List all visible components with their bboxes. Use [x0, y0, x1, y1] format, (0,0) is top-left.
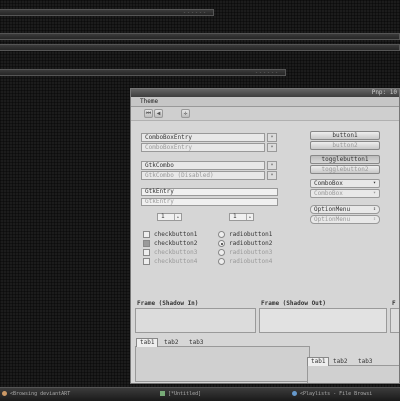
optionmenu-2-text: OptionMenu: [314, 216, 351, 223]
tab-left-1[interactable]: tab1: [136, 338, 159, 347]
gtkentry-2: GtkEntry: [141, 198, 278, 206]
spin-arrows-icon[interactable]: ▴: [246, 214, 253, 220]
radio-4[interactable]: [218, 258, 225, 265]
frame-shadow-out: Frame (Shadow Out): [259, 299, 387, 333]
checkbox-2[interactable]: [143, 240, 150, 247]
frame-shadow-out-box: [259, 308, 387, 333]
radio-3-label: radiobutton3: [229, 249, 273, 256]
chevron-down-icon[interactable]: ▾: [267, 143, 277, 152]
background-window-1[interactable]: ------: [0, 9, 214, 16]
tab-left-2[interactable]: tab2: [161, 338, 181, 347]
optionmenu-1[interactable]: OptionMenu ⇕: [310, 205, 380, 214]
spinbutton-2-value: 1: [233, 213, 237, 220]
radio-2[interactable]: [218, 240, 225, 247]
window-titlebar[interactable]: Pnp: 10: [131, 89, 399, 97]
spinbutton-1[interactable]: 1 ▴: [157, 213, 182, 221]
background-window-3[interactable]: [0, 44, 400, 51]
checkbox-3-label: checkbutton3: [154, 249, 198, 256]
comboboxentry-2[interactable]: ComboBoxEntry ▾: [141, 143, 277, 152]
checkbox-1[interactable]: [143, 231, 150, 238]
frame-third-box: [390, 308, 399, 333]
gtkcombo-1[interactable]: GtkCombo ▾: [141, 161, 277, 170]
gtkcombo-1-text: GtkCombo: [145, 162, 174, 169]
tab-right-3[interactable]: tab3: [355, 357, 375, 366]
radio-1-label: radiobutton1: [229, 231, 273, 238]
chevron-down-icon[interactable]: ▾: [267, 133, 277, 142]
taskbar: <Browsing deviantART [*Untitled] <Playli…: [0, 387, 400, 401]
checkbox-4[interactable]: [143, 258, 150, 265]
optionmenu-2: OptionMenu ⇕: [310, 215, 380, 224]
grid-icon[interactable]: ✛: [181, 109, 190, 118]
notebook-left: [135, 346, 310, 382]
chevron-down-icon: ▾: [372, 190, 376, 196]
frame-shadow-out-label: Frame (Shadow Out): [261, 300, 327, 307]
gtkcombo-2: GtkCombo (Disabled) ▾: [141, 171, 277, 180]
taskbar-item-editor[interactable]: [*Untitled]: [160, 390, 201, 399]
combobox-1[interactable]: ComboBox ▾: [310, 179, 380, 188]
checkbox-1-label: checkbutton1: [154, 231, 198, 238]
taskbar-item-label: <Browsing deviantART: [10, 391, 71, 397]
frame-shadow-in: Frame (Shadow In): [135, 299, 256, 333]
tab-right-2[interactable]: tab2: [330, 357, 350, 366]
background-window-2[interactable]: [0, 33, 400, 40]
gtkcombo-2-text: GtkCombo (Disabled): [145, 172, 214, 179]
menu-theme[interactable]: Theme: [140, 97, 158, 106]
frame-shadow-in-label: Frame (Shadow In): [137, 300, 199, 307]
chevron-down-icon: ▾: [372, 180, 376, 186]
checkbox-4-label: checkbutton4: [154, 258, 198, 265]
spin-arrows-icon[interactable]: ▴: [174, 214, 181, 220]
option-indicator-icon: ⇕: [372, 206, 376, 212]
first-icon[interactable]: ⏮: [144, 109, 153, 118]
toggle-button-2: togglebutton2: [310, 165, 380, 174]
button-1[interactable]: button1: [310, 131, 380, 140]
checkbox-2-label: checkbutton2: [154, 240, 198, 247]
browser-icon: [2, 391, 7, 396]
prev-icon[interactable]: ◀: [154, 109, 163, 118]
spinbutton-2[interactable]: 1 ▴: [229, 213, 254, 221]
chevron-down-icon: ▾: [267, 171, 277, 180]
radio-4-label: radiobutton4: [229, 258, 273, 265]
optionmenu-1-text: OptionMenu: [314, 206, 351, 213]
background-window-title: ------: [254, 70, 279, 76]
button-2: button2: [310, 141, 380, 150]
spinbutton-1-value: 1: [161, 213, 165, 220]
tab-left-3[interactable]: tab3: [186, 338, 206, 347]
theme-preview-window: Pnp: 10 Theme ⏮ ◀ ✛ ComboBoxEntry ▾ Comb…: [130, 88, 400, 384]
combobox-1-text: ComboBox: [314, 180, 343, 187]
taskbar-item-label: <Playlists - File Browsi: [300, 391, 373, 397]
frame-shadow-in-box: [135, 308, 256, 333]
combobox-2: ComboBox ▾: [310, 189, 380, 198]
tab-right-1[interactable]: tab1: [307, 357, 330, 366]
comboboxentry-1-text: ComboBoxEntry: [145, 134, 192, 141]
radio-1[interactable]: [218, 231, 225, 238]
taskbar-item-player[interactable]: <Playlists - File Browsi: [292, 390, 372, 399]
window-title: Pnp: 10: [371, 89, 397, 96]
notebook-right: [307, 365, 399, 383]
background-window-4[interactable]: ------: [0, 69, 286, 76]
radio-2-label: radiobutton2: [229, 240, 273, 247]
editor-icon: [160, 391, 165, 396]
toolbar: ⏮ ◀ ✛: [131, 107, 399, 121]
option-indicator-icon: ⇕: [372, 216, 376, 222]
checkbox-3[interactable]: [143, 249, 150, 256]
frame-third: F: [390, 299, 399, 333]
combobox-2-text: ComboBox: [314, 190, 343, 197]
frame-third-label: F: [392, 300, 396, 307]
toggle-button-1[interactable]: togglebutton1: [310, 155, 380, 164]
player-icon: [292, 391, 297, 396]
taskbar-item-browser[interactable]: <Browsing deviantART: [2, 390, 70, 399]
gtkentry-1[interactable]: GtkEntry: [141, 188, 278, 196]
menubar: Theme: [131, 97, 399, 107]
taskbar-item-label: [*Untitled]: [168, 391, 202, 397]
comboboxentry-1[interactable]: ComboBoxEntry ▾: [141, 133, 277, 142]
background-window-title: ------: [182, 10, 207, 16]
radio-3[interactable]: [218, 249, 225, 256]
chevron-down-icon[interactable]: ▾: [267, 161, 277, 170]
comboboxentry-2-text: ComboBoxEntry: [145, 144, 192, 151]
